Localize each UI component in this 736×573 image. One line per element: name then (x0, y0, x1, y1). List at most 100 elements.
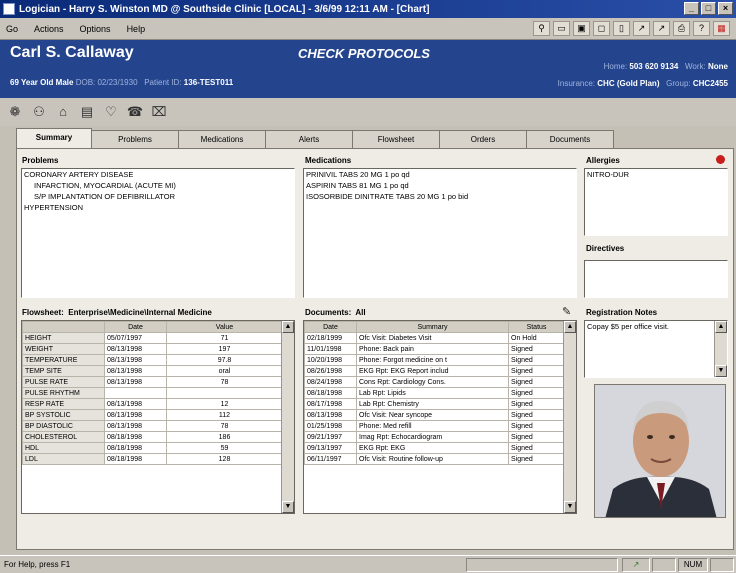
flowsheet-value[interactable] (166, 387, 283, 399)
document-row[interactable]: 11/01/1998 Phone: Back pain Signed (304, 343, 565, 355)
print-icon[interactable]: ⎙ (673, 21, 690, 36)
house-icon[interactable]: ⌂ (54, 103, 72, 121)
document-summary[interactable]: Phone: Forgot medicine on t (356, 354, 509, 366)
document-date[interactable]: 09/13/1997 (304, 442, 357, 454)
menu-actions[interactable]: Actions (34, 24, 64, 34)
flowsheet-grid[interactable]: Date Value HEIGHT 05/07/1997 71 WEIGHT 08/13… (21, 320, 295, 514)
document-status[interactable]: Signed (508, 343, 565, 355)
flowsheet-row[interactable]: HEIGHT 05/07/1997 71 (22, 332, 283, 344)
flowsheet-date[interactable]: 08/13/1998 (104, 365, 167, 377)
registration-scrollbar[interactable]: ▲ ▼ (714, 321, 727, 377)
help-icon[interactable]: ? (693, 21, 710, 36)
tab-summary[interactable]: Summary (16, 128, 92, 148)
minimize-button[interactable]: _ (684, 2, 699, 15)
document-row[interactable]: 06/11/1997 Ofc Visit: Routine follow-up Si… (304, 453, 565, 465)
flowsheet-item[interactable]: TEMP SITE (22, 365, 105, 377)
flowsheet-scrollbar[interactable]: ▲ ▼ (281, 321, 294, 513)
flowsheet-value[interactable]: 71 (166, 332, 283, 344)
problem-item[interactable]: CORONARY ARTERY DISEASE (22, 169, 294, 180)
flowsheet-col-value[interactable]: Value (166, 321, 283, 333)
flowsheet-value[interactable]: oral (166, 365, 283, 377)
problem-item[interactable]: INFARCTION, MYOCARDIAL (ACUTE MI) (22, 180, 294, 191)
window-split-icon[interactable]: ▣ (573, 21, 590, 36)
tab-alerts[interactable]: Alerts (265, 130, 353, 148)
fax-icon[interactable]: ⌧ (150, 103, 168, 121)
document-row[interactable]: 01/25/1998 Phone: Med refill Signed (304, 420, 565, 432)
scroll-down-icon[interactable]: ▼ (282, 501, 294, 513)
documents-col-date[interactable]: Date (304, 321, 357, 333)
binoculars-icon[interactable]: ⚲ (533, 21, 550, 36)
phone-icon[interactable]: ☎ (126, 103, 144, 121)
document-date[interactable]: 10/20/1998 (304, 354, 357, 366)
menu-go[interactable]: Go (6, 24, 18, 34)
menu-options[interactable]: Options (80, 24, 111, 34)
medication-item[interactable]: PRINIVIL TABS 20 MG 1 po qd (304, 169, 576, 180)
flowsheet-item[interactable]: HDL (22, 442, 105, 454)
document-summary[interactable]: Lab Rpt: Chemistry (356, 398, 509, 410)
tab-flowsheet[interactable]: Flowsheet (352, 130, 440, 148)
document-summary[interactable]: Cons Rpt: Cardiology Cons. (356, 376, 509, 388)
document-status[interactable]: Signed (508, 420, 565, 432)
flowsheet-item[interactable]: PULSE RHYTHM (22, 387, 105, 399)
allergies-list[interactable]: NITRO-DUR (584, 168, 728, 236)
document-date[interactable]: 08/17/1998 (304, 398, 357, 410)
problems-list[interactable]: CORONARY ARTERY DISEASE INFARCTION, MYOC… (21, 168, 295, 298)
document-row[interactable]: 02/18/1999 Ofc Visit: Diabetes Visit On Ho… (304, 332, 565, 344)
route-icon[interactable]: ↗ (633, 21, 650, 36)
people-icon[interactable]: ⚇ (30, 103, 48, 121)
medications-list[interactable]: PRINIVIL TABS 20 MG 1 po qd ASPIRIN TABS… (303, 168, 577, 298)
document-summary[interactable]: Imag Rpt: Echocardiogram (356, 431, 509, 443)
flowsheet-item[interactable]: BP SYSTOLIC (22, 409, 105, 421)
flowsheet-row[interactable]: PULSE RHYTHM (22, 387, 283, 399)
flowsheet-date[interactable]: 08/13/1998 (104, 420, 167, 432)
flowsheet-value[interactable]: 112 (166, 409, 283, 421)
document-icon[interactable]: ▯ (613, 21, 630, 36)
flowsheet-row[interactable]: LDL 08/18/1998 128 (22, 453, 283, 465)
document-summary[interactable]: Phone: Back pain (356, 343, 509, 355)
document-summary[interactable]: Lab Rpt: Lipids (356, 387, 509, 399)
flowsheet-item[interactable]: WEIGHT (22, 343, 105, 355)
problem-item[interactable]: HYPERTENSION (22, 202, 294, 213)
exit-icon[interactable]: ▦ (713, 21, 730, 36)
document-date[interactable]: 08/24/1998 (304, 376, 357, 388)
documents-col-status[interactable]: Status (508, 321, 565, 333)
flowsheet-date[interactable]: 05/07/1997 (104, 332, 167, 344)
scroll-up-icon[interactable]: ▲ (715, 321, 727, 333)
document-row[interactable]: 08/17/1998 Lab Rpt: Chemistry Signed (304, 398, 565, 410)
documents-col-summary[interactable]: Summary (356, 321, 509, 333)
flowsheet-date[interactable]: 08/13/1998 (104, 376, 167, 388)
stethoscope-icon[interactable]: ♡ (102, 103, 120, 121)
document-status[interactable]: Signed (508, 387, 565, 399)
flowsheet-row[interactable]: TEMPERATURE 08/13/1998 97.8 (22, 354, 283, 366)
documents-grid[interactable]: Date Summary Status 02/18/1999 Ofc Visit:… (303, 320, 577, 514)
flowsheet-row[interactable]: HDL 08/18/1998 59 (22, 442, 283, 454)
flowsheet-item[interactable]: PULSE RATE (22, 376, 105, 388)
close-button[interactable]: × (718, 2, 733, 15)
flowsheet-value[interactable]: 97.8 (166, 354, 283, 366)
flowsheet-row[interactable]: TEMP SITE 08/13/1998 oral (22, 365, 283, 377)
flowsheet-value[interactable]: 186 (166, 431, 283, 443)
document-status[interactable]: Signed (508, 431, 565, 443)
clipboard-icon[interactable]: ▤ (78, 103, 96, 121)
tab-problems[interactable]: Problems (91, 130, 179, 148)
flowsheet-value[interactable]: 59 (166, 442, 283, 454)
scroll-up-icon[interactable]: ▲ (564, 321, 576, 333)
document-status[interactable]: Signed (508, 365, 565, 377)
document-date[interactable]: 01/25/1998 (304, 420, 357, 432)
document-row[interactable]: 08/24/1998 Cons Rpt: Cardiology Cons. Sign… (304, 376, 565, 388)
documents-scrollbar[interactable]: ▲ ▼ (563, 321, 576, 513)
flowsheet-value[interactable]: 12 (166, 398, 283, 410)
document-status[interactable]: On Hold (508, 332, 565, 344)
document-date[interactable]: 08/18/1998 (304, 387, 357, 399)
flowsheet-item[interactable]: LDL (22, 453, 105, 465)
document-summary[interactable]: Ofc Visit: Near syncope (356, 409, 509, 421)
flowsheet-value[interactable]: 78 (166, 420, 283, 432)
document-row[interactable]: 10/20/1998 Phone: Forgot medicine on t Sig… (304, 354, 565, 366)
document-status[interactable]: Signed (508, 409, 565, 421)
document-row[interactable]: 09/13/1997 EKG Rpt: EKG Signed (304, 442, 565, 454)
scroll-down-icon[interactable]: ▼ (715, 365, 727, 377)
flowsheet-date[interactable]: 08/18/1998 (104, 431, 167, 443)
flowsheet-col-item[interactable] (22, 321, 105, 333)
medication-item[interactable]: ASPIRIN TABS 81 MG 1 po qd (304, 180, 576, 191)
flowsheet-row[interactable]: RESP RATE 08/13/1998 12 (22, 398, 283, 410)
